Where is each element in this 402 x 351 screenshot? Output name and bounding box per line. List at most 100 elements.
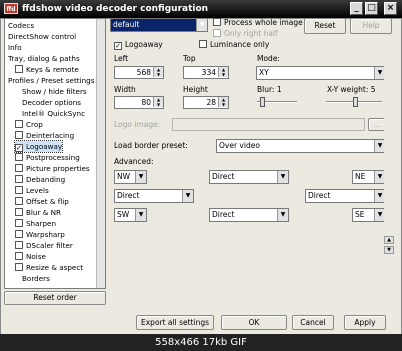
adv-sw-select[interactable]: SW ▼ [114, 208, 147, 222]
apply-button[interactable]: Apply [344, 315, 386, 330]
spin-down-icon[interactable]: ▼ [153, 102, 163, 107]
only-right-half-checkbox[interactable]: Only right half [213, 29, 278, 38]
tree-item-checkbox[interactable] [15, 186, 23, 194]
adv-s-select[interactable]: Direct ▼ [209, 208, 289, 222]
tree-item[interactable]: Warpsharp [15, 229, 65, 240]
xy-weight-slider[interactable] [326, 97, 382, 107]
tree-item[interactable]: Levels [15, 185, 49, 196]
tree-item-label: Logoaway [26, 142, 63, 151]
scroll-up-icon[interactable]: ▲ [384, 236, 394, 244]
tree-item[interactable]: Postprocessing [15, 152, 80, 163]
left-spinner[interactable]: 568 ▲ ▼ [114, 66, 164, 79]
chevron-down-icon[interactable]: ▼ [196, 19, 207, 31]
spin-down-icon[interactable]: ▼ [153, 72, 163, 77]
tree-item-checkbox[interactable] [15, 120, 23, 128]
tree-item-checkbox[interactable] [15, 65, 23, 73]
tree-item[interactable]: Decoder options [22, 97, 81, 108]
panel-scrollbar[interactable]: ▲ ▼ [384, 46, 394, 287]
tree-item[interactable]: Intel® QuickSync [22, 108, 85, 119]
tree-item[interactable]: Offset & flip [15, 196, 69, 207]
blur-slider[interactable] [257, 97, 297, 107]
mode-select[interactable]: XY ▼ [256, 66, 386, 80]
width-spinner[interactable]: 80 ▲ ▼ [114, 96, 164, 109]
tree-item-checkbox[interactable] [15, 175, 23, 183]
tree-item[interactable]: Info [8, 42, 22, 53]
tree-item-checkbox[interactable] [15, 219, 23, 227]
luminance-only-checkbox[interactable]: Luminance only [199, 40, 269, 49]
top-spinner[interactable]: 334 ▲ ▼ [183, 66, 229, 79]
checkbox-box[interactable] [213, 18, 221, 26]
checkbox-box[interactable] [213, 29, 221, 37]
tree-item[interactable]: Deinterlacing [15, 130, 74, 141]
adv-se-select[interactable]: SE ▼ [352, 208, 386, 222]
tree-item[interactable]: Resize & aspect [15, 262, 83, 273]
tree-item[interactable]: DirectShow control [8, 31, 76, 42]
tree-item-checkbox[interactable] [15, 153, 23, 161]
cancel-button[interactable]: Cancel [292, 315, 334, 330]
tree-item-checkbox[interactable] [15, 252, 23, 260]
tree-item-label: Tray, dialog & paths [8, 54, 80, 63]
spin-down-icon[interactable]: ▼ [218, 102, 228, 107]
process-whole-image-checkbox[interactable]: Process whole image [213, 18, 303, 27]
chevron-down-icon[interactable]: ▼ [182, 190, 193, 202]
adv-n-select[interactable]: Direct ▼ [209, 170, 289, 184]
adv-ne-select[interactable]: NE ▼ [352, 170, 386, 184]
adv-nw-value: NW [117, 172, 131, 181]
chevron-down-icon[interactable]: ▼ [277, 209, 288, 221]
tree-item-checkbox[interactable] [15, 197, 23, 205]
tree-item[interactable]: Borders [22, 273, 50, 284]
tree-item-checkbox[interactable] [15, 241, 23, 249]
tree-item[interactable]: Show / hide filters [22, 86, 87, 97]
tree-item[interactable]: Sharpen [15, 218, 56, 229]
tree-item[interactable]: Tray, dialog & paths [8, 53, 80, 64]
tree-item[interactable]: Keys & remote [15, 64, 79, 75]
tree-item[interactable]: DScaler filter [15, 240, 73, 251]
spin-down-icon[interactable]: ▼ [218, 72, 228, 77]
tree-item-checkbox[interactable] [15, 263, 23, 271]
tree-item-checkbox[interactable] [15, 230, 23, 238]
reset-order-button[interactable]: Reset order [4, 291, 106, 305]
adv-ne-value: NE [355, 172, 366, 181]
tree-item[interactable]: Profiles / Preset settings [8, 75, 94, 86]
chevron-down-icon[interactable]: ▼ [135, 209, 146, 221]
adv-nw-select[interactable]: NW ▼ [114, 170, 147, 184]
tree-item-checkbox[interactable] [15, 131, 23, 139]
adv-e-select[interactable]: Direct ▼ [305, 189, 386, 203]
export-all-settings-button[interactable]: Export all settings [136, 315, 214, 330]
tree-scrollbar[interactable] [96, 19, 105, 288]
chevron-down-icon[interactable]: ▼ [135, 171, 146, 183]
logoaway-enable-label: Logoaway [125, 40, 163, 49]
tree-item-label: Blur & NR [26, 208, 61, 217]
settings-tree[interactable]: Codecs DirectShow control Info Tray, dialog… [4, 18, 106, 289]
slider-thumb[interactable] [353, 97, 358, 107]
tree-item[interactable]: Codecs [8, 20, 34, 31]
help-button[interactable]: Help [350, 18, 392, 34]
tree-item-label: DScaler filter [26, 241, 73, 250]
tree-item[interactable]: ✓ Logoaway [13, 140, 64, 153]
reset-button[interactable]: Reset [304, 18, 346, 34]
chevron-down-icon[interactable]: ▼ [277, 171, 288, 183]
preset-select[interactable]: default ▼ [110, 18, 208, 32]
logoaway-enable-checkbox[interactable]: ✓ Logoaway [114, 40, 163, 50]
tree-item[interactable]: Debanding [15, 174, 65, 185]
scroll-down-icon[interactable]: ▼ [384, 246, 394, 254]
logo-image-field[interactable] [172, 118, 365, 131]
height-spinner[interactable]: 28 ▲ ▼ [183, 96, 229, 109]
minimize-button[interactable]: _ [350, 2, 363, 15]
ok-button[interactable]: OK [221, 315, 287, 330]
tree-item[interactable]: Blur & NR [15, 207, 61, 218]
slider-thumb[interactable] [260, 97, 265, 107]
load-border-select[interactable]: Over video ▼ [216, 139, 386, 153]
tree-item[interactable]: Picture properties [15, 163, 90, 174]
tree-item-checkbox[interactable]: ✓ [15, 144, 23, 152]
maximize-button[interactable]: □ [365, 2, 378, 15]
adv-w-select[interactable]: Direct ▼ [114, 189, 194, 203]
close-button[interactable]: × [384, 2, 397, 15]
tree-item-label: Warpsharp [26, 230, 65, 239]
tree-item[interactable]: Crop [15, 119, 43, 130]
tree-item-checkbox[interactable] [15, 164, 23, 172]
tree-item[interactable]: Noise [15, 251, 46, 262]
checkbox-box[interactable]: ✓ [114, 42, 122, 50]
checkbox-box[interactable] [199, 40, 207, 48]
tree-item-checkbox[interactable] [15, 208, 23, 216]
